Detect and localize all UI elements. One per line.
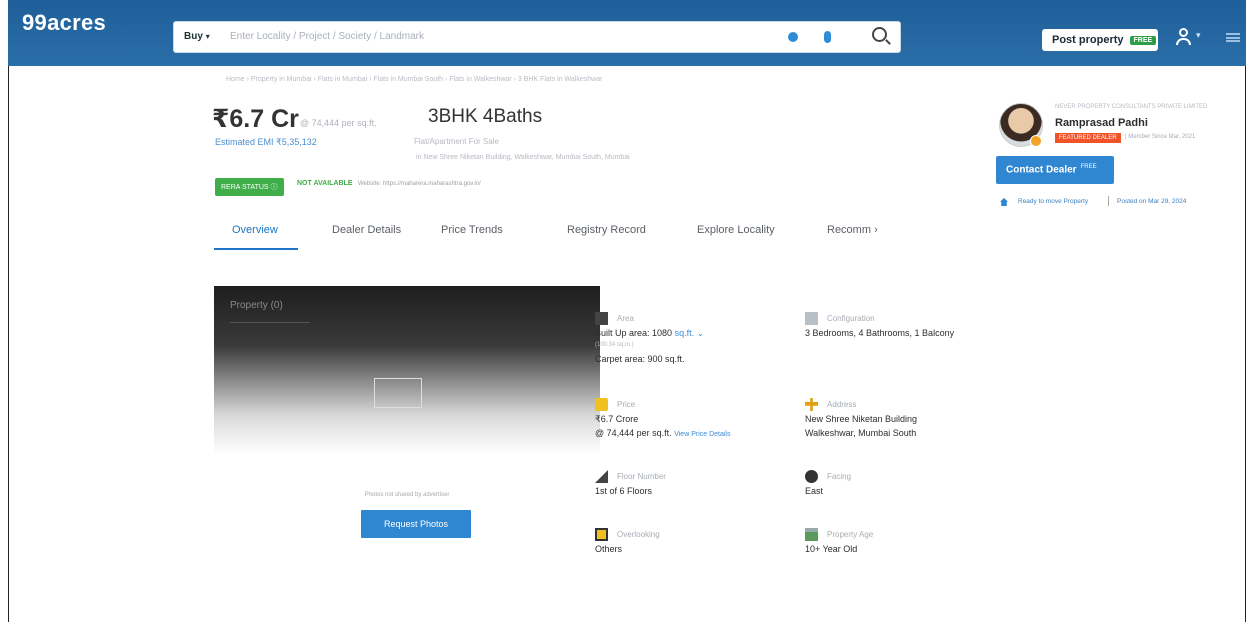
photo-count: Property (0) <box>230 300 283 311</box>
frame-left-border <box>8 64 9 622</box>
photo-note: Photos not shared by advertiser <box>364 492 450 498</box>
rera-label: RERA STATUS <box>221 184 269 191</box>
verified-badge-icon <box>1030 135 1042 147</box>
floor-value: 1st of 6 Floors <box>595 486 653 496</box>
overlooking-label: Overlooking <box>617 530 660 539</box>
listing-card: Home › Property in Mumbai › Flats in Mum… <box>202 66 994 556</box>
rera-status-value: NOT AVAILABLE <box>297 180 353 187</box>
tab-explore-locality[interactable]: Explore Locality <box>697 224 775 236</box>
chevron-down-icon: ▾ <box>205 32 210 41</box>
signpost-icon <box>805 398 818 411</box>
tab-overview[interactable]: Overview <box>232 224 278 236</box>
built-up-area: Built Up area: 1080 sq.ft. ⌄ <box>595 328 705 338</box>
listing-title: 3BHK 4Baths <box>428 106 543 127</box>
user-chevron-icon[interactable]: ▾ <box>1196 30 1201 41</box>
price-value: ₹6.7 Crore <box>595 414 639 424</box>
contact-dealer-label: Contact Dealer <box>1006 164 1077 176</box>
carpet-area: Carpet area: 900 sq.ft. <box>595 354 685 364</box>
address-line1: New Shree Niketan Building <box>805 414 918 424</box>
location-icon[interactable] <box>788 32 798 42</box>
chevron-down-icon: ⌄ <box>696 328 705 338</box>
photo-panel: Property (0) Photos not shared by advert… <box>214 286 600 556</box>
listing-location: in New Shree Niketan Building, Walkeshwa… <box>416 154 630 161</box>
facing-value: East <box>805 486 824 496</box>
address-label: Address <box>827 400 857 409</box>
price-per-sqft-detail: @ 74,444 per sq.ft. View Price Details <box>595 428 731 438</box>
breadcrumb[interactable]: Home › Property in Mumbai › Flats in Mum… <box>226 76 602 83</box>
configuration-value: 3 Bedrooms, 4 Bathrooms, 1 Balcony <box>805 328 955 338</box>
window-icon <box>595 528 608 541</box>
property-age-label: Property Age <box>827 530 874 539</box>
post-property-button[interactable]: Post property FREE <box>1042 29 1158 51</box>
unit-selector[interactable]: sq.ft. <box>675 328 695 338</box>
buy-dropdown[interactable]: Buy ▾ <box>184 31 210 42</box>
area-label: Area <box>617 314 634 323</box>
tab-dealer-details[interactable]: Dealer Details <box>332 224 401 236</box>
contact-free-badge: FREE <box>1080 164 1097 170</box>
search-icon[interactable] <box>872 27 887 42</box>
search-input[interactable]: Enter Locality / Project / Society / Lan… <box>230 31 424 42</box>
price-label: Price <box>617 400 636 409</box>
configuration-icon <box>805 312 818 325</box>
free-badge: FREE <box>1129 35 1157 45</box>
member-since: | Member Since Mar, 2021 <box>1125 134 1196 140</box>
menu-icon[interactable] <box>1226 33 1240 42</box>
area-icon <box>595 312 608 325</box>
home-icon <box>1000 198 1008 206</box>
posted-date: Posted on Mar 29, 2024 <box>1117 198 1187 205</box>
price-tag-icon <box>595 398 608 411</box>
dealer-company: NEVER PROPERTY CONSULTANTS PRIVATE LIMIT… <box>1055 104 1208 110</box>
property-age-value: 10+ Year Old <box>805 544 858 554</box>
active-tab-indicator <box>214 248 298 250</box>
listing-tabs: Overview Dealer Details Price Trends Reg… <box>214 224 974 254</box>
request-photos-button[interactable]: Request Photos <box>361 510 471 538</box>
top-navigation-bar: 99acres Buy ▾ Enter Locality / Project /… <box>8 0 1246 66</box>
tab-registry-record[interactable]: Registry Record <box>567 224 646 236</box>
dealer-name[interactable]: Ramprasad Padhi <box>1055 117 1148 129</box>
status-separator <box>1108 196 1109 206</box>
user-icon[interactable] <box>1176 28 1192 46</box>
contact-dealer-button[interactable]: Contact Dealer FREE <box>996 156 1114 184</box>
listing-subtitle: Flat/Apartment For Sale <box>414 137 499 146</box>
facing-label: Facing <box>827 472 852 481</box>
estimated-emi-link[interactable]: Estimated EMI ₹5,35,132 <box>215 137 317 148</box>
site-logo[interactable]: 99acres <box>22 10 106 36</box>
buy-label: Buy <box>184 31 203 42</box>
view-price-details-link[interactable]: View Price Details <box>674 431 730 438</box>
frame-right-border <box>1245 64 1246 622</box>
listing-price: ₹6.7 Cr <box>212 105 299 133</box>
rera-website[interactable]: Website: https://maharera.maharashtra.go… <box>358 181 481 187</box>
compass-icon <box>805 470 818 483</box>
tab-recommendations[interactable]: Recomm › <box>827 224 878 236</box>
floor-label: Floor Number <box>617 472 666 481</box>
configuration-label: Configuration <box>827 314 875 323</box>
photo-divider <box>230 322 310 323</box>
building-icon <box>805 528 818 541</box>
overlooking-value: Others <box>595 544 623 554</box>
post-property-label: Post property <box>1052 34 1124 46</box>
rera-status-badge[interactable]: RERA STATUS ⓘ <box>215 178 284 196</box>
house-placeholder-icon <box>374 378 422 408</box>
featured-dealer-badge: FEATURED DEALER <box>1055 133 1121 143</box>
mic-icon[interactable] <box>824 31 831 43</box>
area-sqm: (100.34 sq.m.) <box>595 342 634 348</box>
price-per-sqft: @ 74,444 per sq.ft. <box>300 118 377 128</box>
search-bar[interactable]: Buy ▾ Enter Locality / Project / Society… <box>173 21 901 53</box>
ready-to-move-status: Ready to move Property <box>1018 198 1089 205</box>
tab-price-trends[interactable]: Price Trends <box>441 224 503 236</box>
address-line2: Walkeshwar, Mumbai South <box>805 428 917 438</box>
